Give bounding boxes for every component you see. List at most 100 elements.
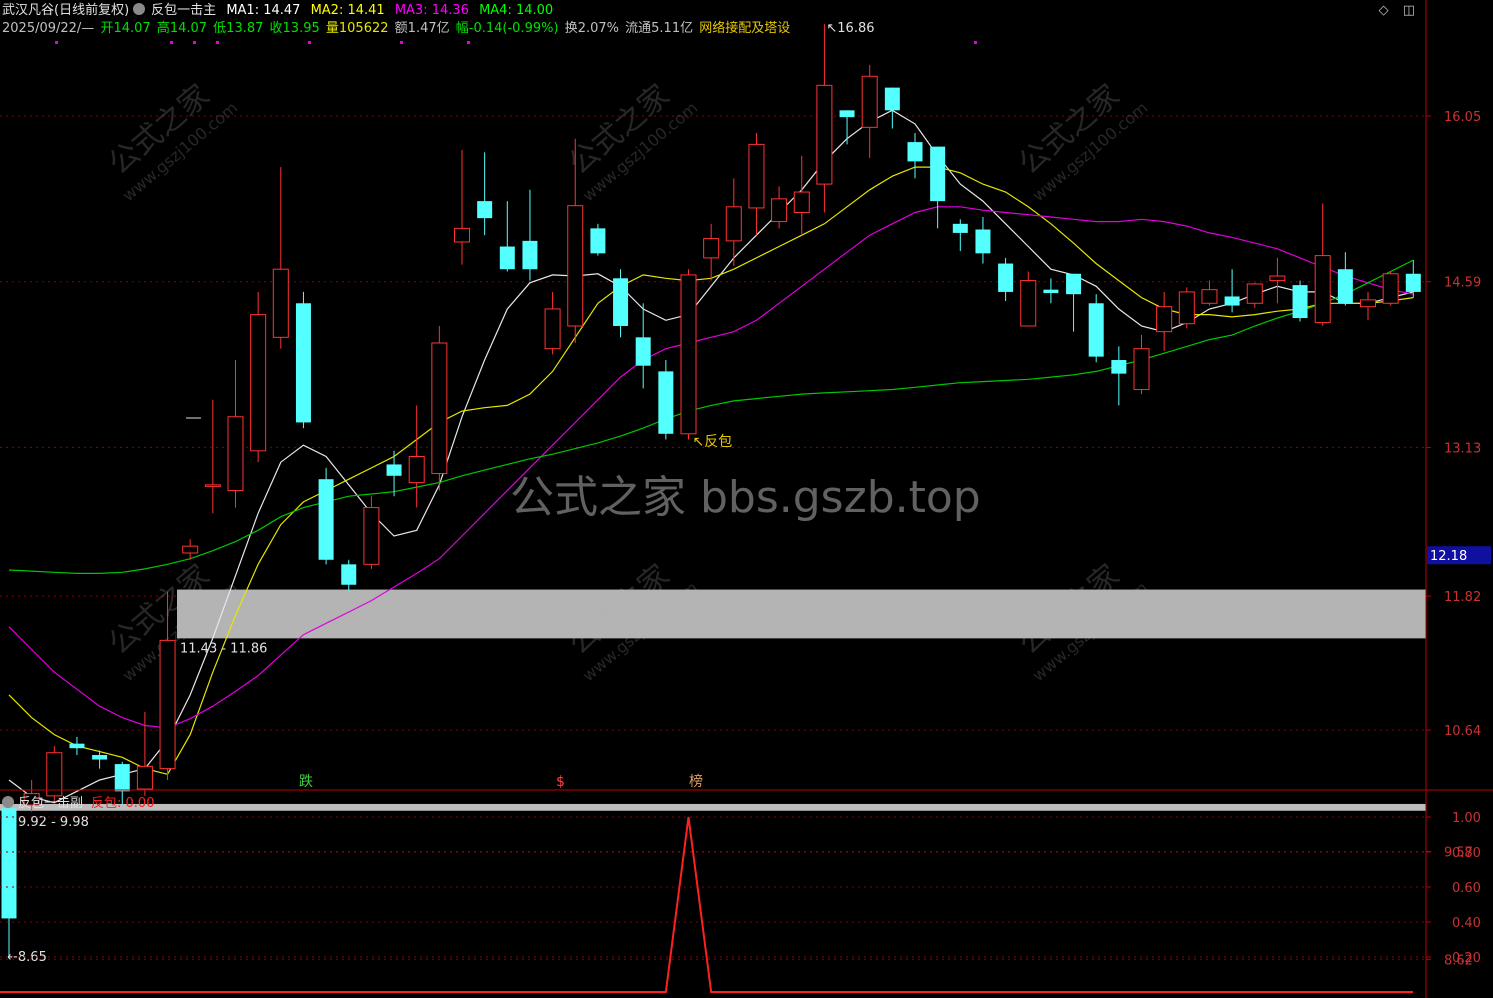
candle-body [69,743,85,749]
header-row-2: 2025/09/22/— 开14.07 高14.07 低13.87 收13.95… [2,20,796,38]
candle [861,64,878,158]
candle-body [227,416,244,492]
candle [250,291,267,463]
candle-body [46,752,63,797]
candle-body [136,765,153,790]
diamond-icon[interactable]: ◇ [1379,3,1389,18]
candle-body [1405,273,1421,292]
sub-y-tick-label: 0.80 [1452,846,1481,861]
marker-dot [308,41,311,44]
candle-body [1382,273,1399,304]
candle-body [454,227,470,243]
candle [1246,282,1263,308]
float-label: 流通5.11亿 [625,21,694,36]
candle-body [1360,299,1376,308]
candle [1111,346,1127,406]
candle [69,736,85,756]
header-row-1: 武汉凡谷(日线前复权) 反包一击主 MA1: 14.47 MA2: 14.41 M… [2,2,559,20]
sub-chart-layer: 1.00 0.80 0.60 0.40 0.20 [0,811,1481,993]
candle-body [703,238,720,259]
candle-body [386,464,402,476]
reversal-label: ↖反包 [693,434,733,450]
last-price-label: 12.18 [1430,549,1467,564]
y-tick-label: 13.13 [1444,441,1481,456]
indicator-name[interactable]: 反包一击主 [151,3,216,18]
candle-body [1246,283,1263,304]
marker-dot [216,41,219,44]
zone-upper-band [177,589,1426,639]
candle-body [907,142,923,162]
candle [1292,280,1308,322]
ma2-label: MA2: 14.41 [310,3,385,18]
chevron-down-icon[interactable] [133,3,146,15]
candle [1405,260,1421,298]
candle [1201,280,1218,306]
candle [1,800,17,956]
open-label: 开14.07 [100,21,151,36]
watermark-text: 公式之家 bbs.gszb.top [510,472,981,523]
candle [408,405,425,508]
turnover-label: 换2.07% [564,21,619,36]
zone-upper-label: 11.43 - 11.86 [180,641,267,656]
candle [318,467,334,565]
candle-body [272,268,289,338]
high-price-label: ↖16.86 [826,21,874,36]
candle [499,201,515,272]
date-label: 2025/09/22/— [2,21,95,36]
candle [1337,252,1353,306]
sub-y-tick-label: 0.40 [1452,916,1481,931]
concept-label[interactable]: 网络接配及塔设 [699,21,790,36]
sub-header: 反包一击副 反包: 0.00 [2,792,154,811]
stock-name[interactable]: 武汉凡谷(日线前复权) [2,3,129,18]
candle-body [431,342,448,475]
sub-y-tick-label: 1.00 [1452,811,1481,826]
candle [1269,257,1286,304]
candle [816,24,833,213]
candle-body [544,308,561,350]
candle [341,559,357,592]
candle-body [341,564,357,585]
ma-line-ma4 [8,259,1414,575]
candle [1088,294,1104,363]
candle-body [204,484,221,487]
candle-body [1337,269,1353,304]
amount-label: 额1.47亿 [394,21,450,36]
candle-body [1224,296,1240,306]
candle [386,450,402,497]
candle-body [952,223,968,233]
chevron-down-icon[interactable] [2,796,14,808]
candle [1156,291,1173,351]
candle-body [1201,289,1218,304]
ma4-label: MA4: 14.00 [479,3,554,18]
sub-y-tick-label: 0.20 [1452,951,1481,966]
close-label: 收13.95 [269,21,320,36]
candle [884,87,900,129]
marker-dot [400,41,403,44]
candle-body [1020,280,1037,327]
candle-body [567,205,584,327]
sub-indicator-name[interactable]: 反包一击副 [18,796,83,811]
candle-body [1269,275,1286,282]
window-icon[interactable]: ◫ [1403,3,1415,18]
candle-body [1156,306,1173,333]
candle [431,325,448,491]
candle [952,219,968,252]
candle-body [816,84,833,185]
candle [227,360,244,508]
candle-body [1292,285,1308,319]
candle-body [182,545,199,554]
candle [1360,291,1376,321]
candle [635,303,651,389]
candle [454,150,470,265]
watermark-stamp: 公式之家www.gszj100.com [102,78,241,205]
candle-body [635,337,651,366]
candle [590,223,606,256]
candle-body [522,240,538,270]
y-tick-label: 14.59 [1444,276,1481,291]
candle [522,189,538,281]
candle-body [114,764,130,792]
candle [1224,269,1240,313]
candle-body [613,278,629,326]
candle [204,399,221,514]
ma3-label: MA3: 14.36 [394,3,469,18]
